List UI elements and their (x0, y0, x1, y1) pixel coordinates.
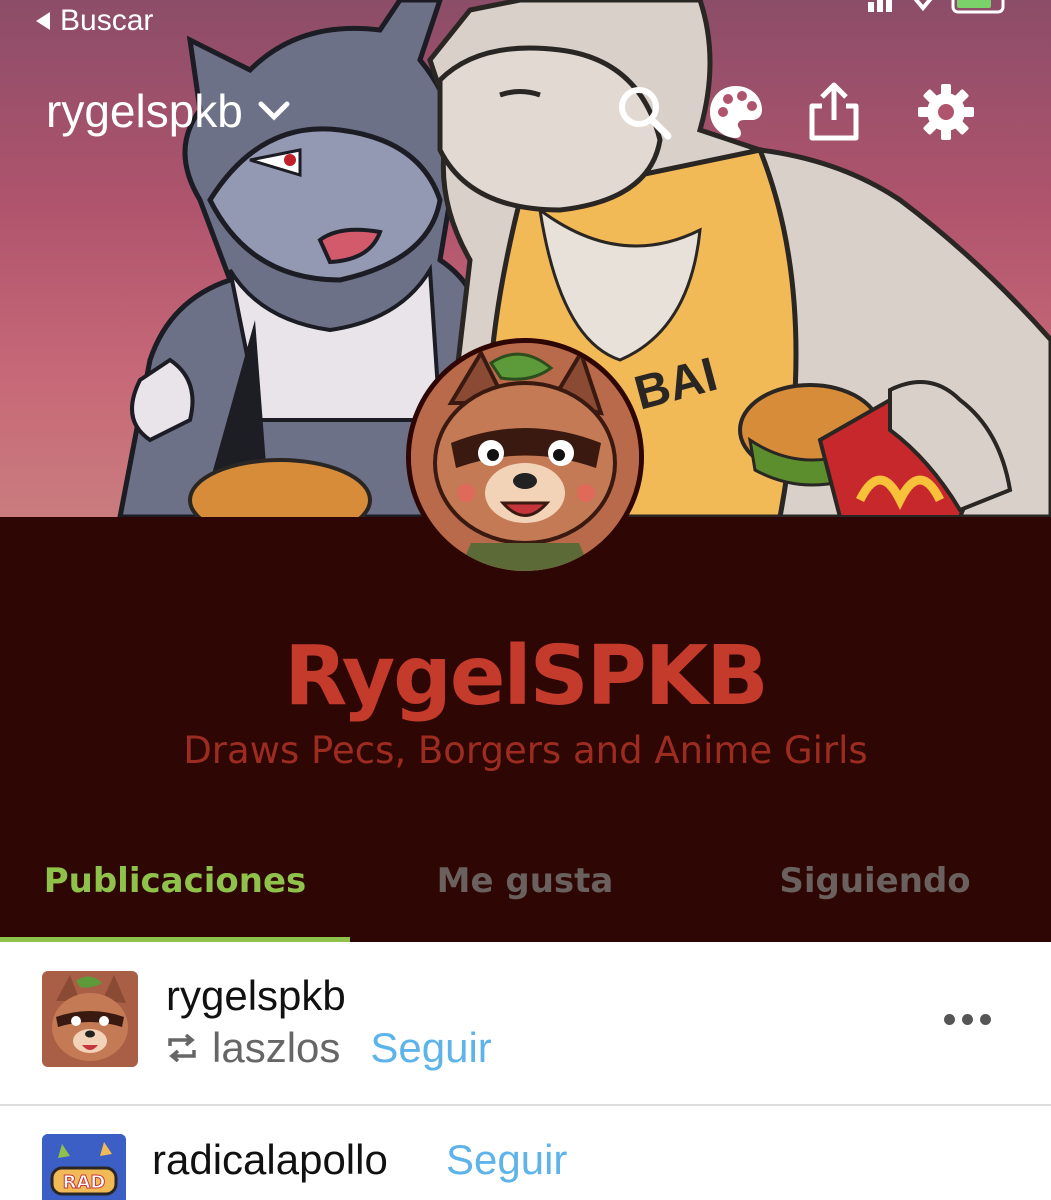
blog-name: rygelspkb (46, 85, 243, 137)
palette-icon[interactable] (706, 82, 766, 142)
dot (962, 1014, 973, 1025)
profile-avatar[interactable] (406, 338, 644, 576)
dot (944, 1014, 955, 1025)
chevron-down-icon (258, 101, 290, 121)
tab-me-gusta[interactable]: Me gusta (350, 843, 700, 942)
profile-section: RygelSPKB Draws Pecs, Borgers and Anime … (0, 517, 1051, 942)
tab-label: Me gusta (436, 861, 614, 901)
reblog-icon (168, 1034, 196, 1062)
more-options-button[interactable] (944, 1014, 991, 1025)
blog-description: Draws Pecs, Borgers and Anime Girls (183, 729, 868, 772)
blog-title: RygelSPKB (284, 629, 769, 724)
back-label: Buscar (60, 4, 154, 37)
follow-row: Seguir (446, 1136, 567, 1184)
post-author-avatar[interactable] (42, 971, 138, 1067)
raccoon-avatar-art (411, 343, 639, 571)
wifi-icon (913, 0, 933, 12)
settings-icon[interactable] (916, 82, 976, 142)
avatar (411, 343, 639, 571)
raccoon-avatar-art (42, 971, 138, 1067)
status-indicators (868, 0, 1011, 14)
post-header: RAD radicalapollo Seguir (0, 1106, 1051, 1200)
post-author-name[interactable]: rygelspkb (166, 972, 346, 1020)
search-icon[interactable] (614, 82, 674, 142)
follow-button[interactable]: Seguir (446, 1136, 567, 1184)
tab-siguiendo[interactable]: Siguiendo (700, 843, 1050, 942)
reblog-info: laszlos Seguir (166, 1024, 492, 1072)
back-arrow-icon (36, 12, 50, 30)
dot (980, 1014, 991, 1025)
rad-logo-avatar: RAD (42, 1134, 126, 1200)
tab-label: Siguiendo (779, 861, 971, 901)
signal-icon (868, 0, 895, 12)
back-to-search-button[interactable]: Buscar (36, 4, 153, 38)
battery-icon (951, 0, 1005, 14)
profile-tabs: Publicaciones Me gusta Siguiendo (0, 843, 1051, 942)
tab-publicaciones[interactable]: Publicaciones (0, 843, 350, 942)
post-header: rygelspkb laszlos Seguir (0, 942, 1051, 1106)
post-author-name[interactable]: radicalapollo (152, 1136, 388, 1184)
follow-button[interactable]: Seguir (370, 1024, 491, 1072)
posts-feed: rygelspkb laszlos Seguir RAD radicalapol… (0, 942, 1051, 1200)
avatar-logo-text: RAD (63, 1172, 106, 1193)
post-author-avatar[interactable]: RAD (42, 1134, 126, 1200)
tab-label: Publicaciones (43, 861, 307, 901)
reblogged-from-name[interactable]: laszlos (212, 1024, 340, 1072)
blog-switcher[interactable]: rygelspkb (46, 84, 291, 138)
share-icon[interactable] (804, 82, 864, 142)
